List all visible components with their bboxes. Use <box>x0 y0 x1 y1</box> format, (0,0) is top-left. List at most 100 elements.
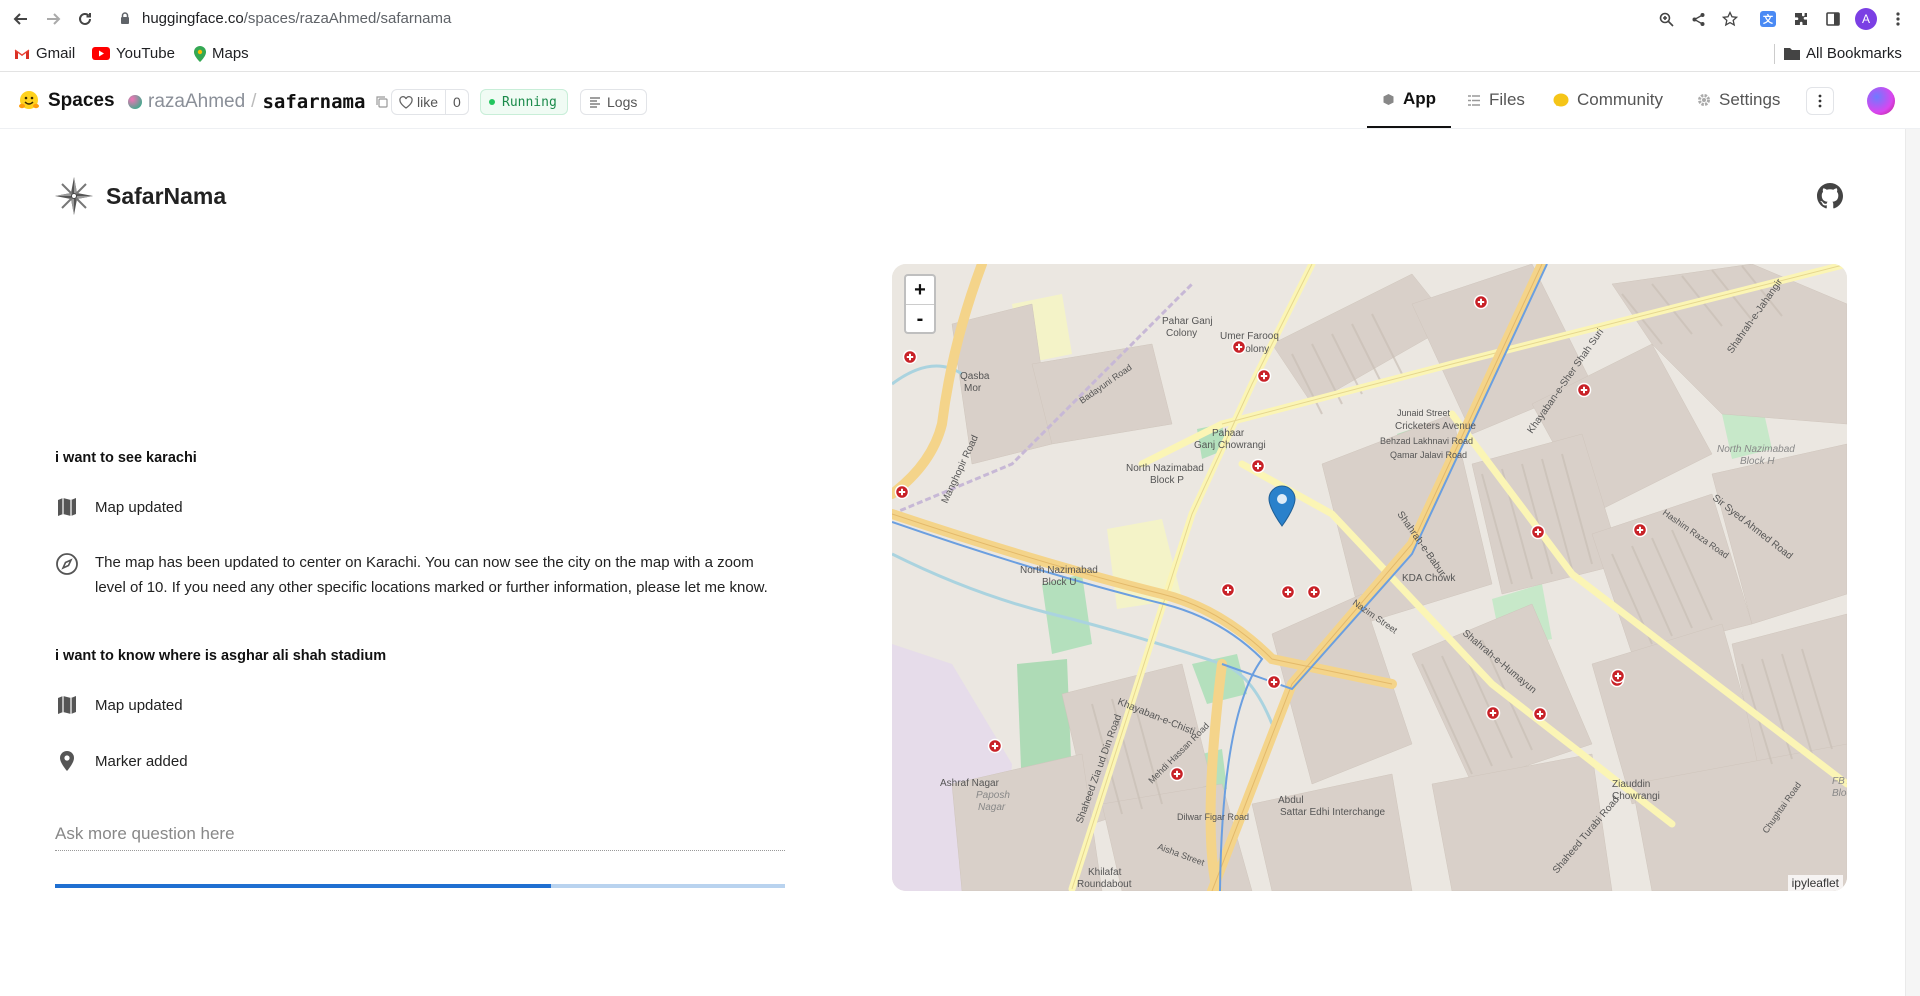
hospital-marker-icon <box>1256 368 1272 384</box>
tool-message: Map updated <box>55 693 183 718</box>
svg-text:Block H: Block H <box>1740 456 1775 467</box>
like-button[interactable]: like 0 <box>391 89 469 115</box>
bookmark-youtube[interactable]: YouTube <box>92 45 175 62</box>
map-tiles: Pahar Ganj Colony Umer Farooq Colony Qas… <box>892 264 1847 891</box>
map-icon <box>58 498 76 516</box>
bookmarks-bar: Gmail YouTube Maps All Bookmarks <box>0 37 1920 72</box>
more-vertical-icon <box>1818 94 1822 108</box>
tool-message: Map updated <box>55 495 183 520</box>
repo-name[interactable]: safarnama <box>262 91 365 113</box>
bookmark-star-icon[interactable] <box>1719 8 1741 30</box>
profile-avatar[interactable]: A <box>1855 8 1877 30</box>
side-panel-icon[interactable] <box>1822 8 1844 30</box>
bookmark-maps[interactable]: Maps <box>194 45 249 62</box>
hospital-marker-icon <box>1610 668 1626 684</box>
logs-label: Logs <box>607 94 638 110</box>
map-view[interactable]: Pahar Ganj Colony Umer Farooq Colony Qas… <box>892 264 1847 891</box>
pin-icon <box>60 751 74 771</box>
zoom-in-button[interactable]: + <box>906 276 934 305</box>
compass-icon <box>56 553 78 575</box>
forward-button[interactable] <box>42 8 64 30</box>
hospital-marker-icon <box>1220 582 1236 598</box>
bookmark-gmail[interactable]: Gmail <box>14 45 75 62</box>
tool-message-text: Marker added <box>95 753 188 770</box>
hospital-marker-icon <box>1280 584 1296 600</box>
spaces-home-link[interactable]: Spaces <box>18 90 115 112</box>
tab-community[interactable]: Community <box>1553 72 1663 128</box>
address-bar[interactable]: huggingface.co/spaces/razaAhmed/safarnam… <box>142 10 451 27</box>
svg-text:Dilwar Figar Road: Dilwar Figar Road <box>1177 812 1249 822</box>
svg-text:Abdul: Abdul <box>1278 795 1304 806</box>
status-badge[interactable]: Running <box>480 89 568 115</box>
tab-files[interactable]: Files <box>1467 72 1525 128</box>
map-label: Pahar Ganj <box>1162 316 1213 327</box>
svg-text:Sattar Edhi Interchange: Sattar Edhi Interchange <box>1280 807 1386 818</box>
back-button[interactable] <box>10 8 32 30</box>
user-message: i want to know where is asghar ali shah … <box>55 648 387 664</box>
hospital-marker-icon <box>1532 706 1548 722</box>
share-icon[interactable] <box>1687 8 1709 30</box>
user-avatar[interactable] <box>1867 87 1895 115</box>
logs-button[interactable]: Logs <box>580 89 648 115</box>
owner-link[interactable]: razaAhmed <box>148 91 245 113</box>
map-attribution[interactable]: ipyleaflet <box>1787 875 1843 891</box>
extension-translate-icon[interactable]: 文 <box>1757 8 1779 30</box>
svg-text:North Nazimabad: North Nazimabad <box>1126 463 1204 474</box>
svg-text:Junaid Street: Junaid Street <box>1397 408 1451 418</box>
cube-icon <box>1383 93 1394 105</box>
profile-initial: A <box>1855 8 1877 30</box>
svg-text:Khilafat: Khilafat <box>1088 867 1122 878</box>
community-icon <box>1553 93 1569 106</box>
svg-text:Paposh: Paposh <box>976 790 1010 801</box>
breadcrumb-separator: / <box>251 91 257 112</box>
gmail-icon <box>14 49 30 59</box>
zoom-out-button[interactable]: - <box>906 305 934 333</box>
tab-settings[interactable]: Settings <box>1697 72 1780 128</box>
bookmark-label: Maps <box>212 45 249 62</box>
owner-avatar <box>128 95 142 109</box>
zoom-icon[interactable] <box>1655 8 1677 30</box>
copy-icon[interactable] <box>375 95 389 109</box>
hospital-marker-icon <box>1576 382 1592 398</box>
tab-app[interactable]: App <box>1367 72 1451 128</box>
page-scrollbar[interactable] <box>1905 129 1920 996</box>
assistant-message: The map has been updated to center on Ka… <box>55 550 775 600</box>
site-info-icon[interactable] <box>118 11 132 25</box>
question-input[interactable] <box>55 818 785 851</box>
like-count: 0 <box>445 90 468 114</box>
arrow-left-icon <box>13 13 27 25</box>
maps-pin-icon <box>194 45 206 62</box>
reload-button[interactable] <box>74 8 96 30</box>
map-icon <box>58 696 76 714</box>
hospital-marker-icon <box>894 484 910 500</box>
hospital-marker-icon <box>1473 294 1489 310</box>
like-label: like <box>417 94 439 110</box>
svg-text:Nagar: Nagar <box>978 802 1006 813</box>
url-host: huggingface.co <box>142 10 244 27</box>
heart-icon <box>399 95 413 109</box>
svg-text:Ganj Chowrangi: Ganj Chowrangi <box>1194 440 1266 451</box>
progress-fill <box>55 884 552 888</box>
github-icon[interactable] <box>1817 183 1843 209</box>
svg-text:North Nazimabad: North Nazimabad <box>1020 565 1098 576</box>
bookmark-label: YouTube <box>116 45 175 62</box>
zoom-control: + - <box>904 274 936 334</box>
arrow-right-icon <box>47 13 61 25</box>
all-bookmarks-label: All Bookmarks <box>1806 45 1902 62</box>
more-options-button[interactable] <box>1806 87 1834 115</box>
browser-menu-icon[interactable] <box>1889 8 1907 30</box>
extensions-icon[interactable] <box>1790 8 1812 30</box>
svg-text:Cricketers Avenue: Cricketers Avenue <box>1395 421 1476 432</box>
svg-text:Qasba: Qasba <box>960 371 990 382</box>
app-header: SafarNama <box>54 176 226 216</box>
all-bookmarks[interactable]: All Bookmarks <box>1784 45 1902 62</box>
svg-text:Roundabout: Roundabout <box>1077 879 1132 890</box>
svg-text:Bloc: Bloc <box>1832 788 1847 799</box>
svg-text:Block U: Block U <box>1042 577 1076 588</box>
folder-icon <box>1784 48 1800 60</box>
svg-text:Colony: Colony <box>1166 328 1197 339</box>
svg-text:文: 文 <box>1763 13 1774 26</box>
hospital-marker-icon <box>987 738 1003 754</box>
svg-text:Behzad Lakhnavi Road: Behzad Lakhnavi Road <box>1380 436 1473 446</box>
user-message: i want to see karachi <box>55 450 197 466</box>
